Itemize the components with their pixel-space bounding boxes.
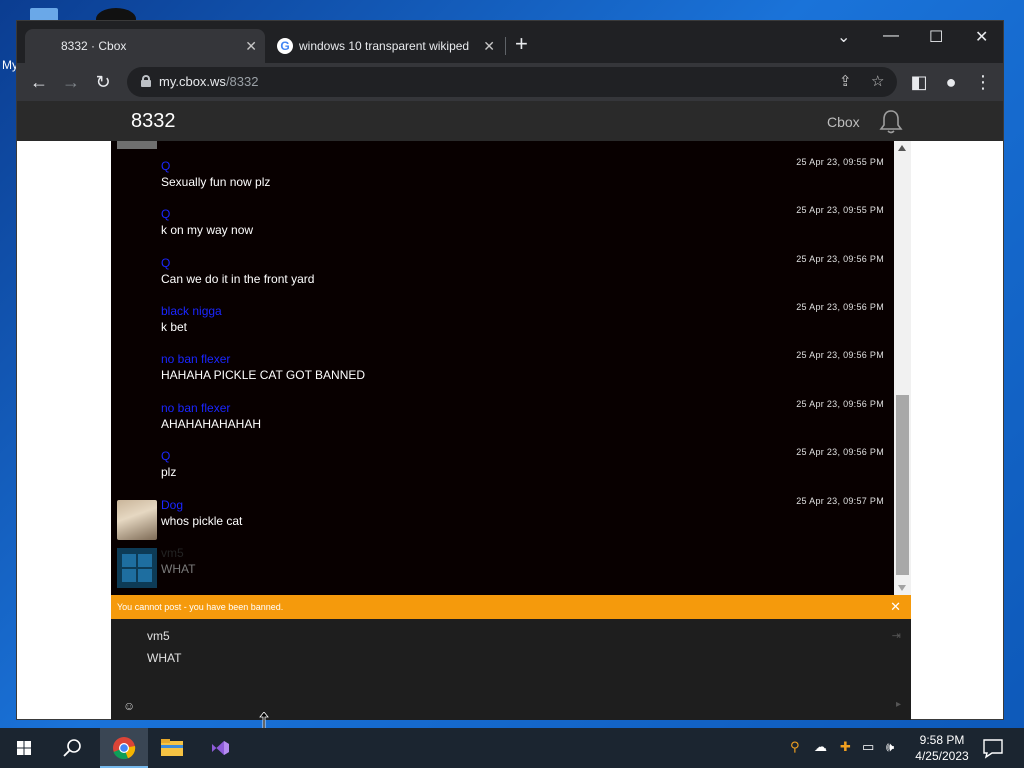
emoji-icon[interactable]: ☺ bbox=[123, 699, 135, 713]
file-explorer-icon[interactable] bbox=[148, 728, 196, 768]
login-icon[interactable]: ⇥ bbox=[892, 629, 901, 642]
search-icon[interactable] bbox=[48, 728, 96, 768]
list-item: Q plz 25 Apr 23, 09:56 PM bbox=[111, 447, 894, 495]
message-timestamp: 25 Apr 23, 09:55 PM bbox=[796, 157, 884, 167]
message-text: whos pickle cat bbox=[161, 514, 243, 528]
list-item: vm5 WHAT bbox=[111, 544, 894, 592]
browser-toolbar: ← → ↻ my.cbox.ws/8332 ⇪ ☆ ◧ ● ⋮ bbox=[17, 63, 1003, 101]
message-timestamp: 25 Apr 23, 09:56 PM bbox=[796, 399, 884, 409]
tab-cbox[interactable]: 8332 · Cbox ✕ bbox=[25, 29, 265, 63]
profile-icon[interactable]: ● bbox=[939, 71, 963, 93]
menu-icon[interactable]: ⋮ bbox=[971, 71, 995, 93]
message-timestamp: 25 Apr 23, 09:56 PM bbox=[796, 302, 884, 312]
message-list[interactable]: Q Sexually fun now plz 25 Apr 23, 09:55 … bbox=[111, 141, 894, 595]
bell-icon[interactable] bbox=[879, 109, 903, 135]
message-author[interactable]: Q bbox=[161, 159, 170, 173]
scroll-down-icon[interactable] bbox=[898, 585, 906, 591]
message-text: k on my way now bbox=[161, 223, 254, 237]
tab-title: 8332 · Cbox bbox=[61, 39, 127, 53]
list-item: no ban flexer AHAHAHAHAHAH 25 Apr 23, 09… bbox=[111, 399, 894, 447]
windows-start-icon[interactable] bbox=[0, 728, 48, 768]
name-field[interactable]: vm5 bbox=[147, 629, 170, 643]
avatar[interactable] bbox=[117, 548, 157, 588]
message-timestamp: 25 Apr 23, 09:56 PM bbox=[796, 447, 884, 457]
list-item: Q Sexually fun now plz 25 Apr 23, 09:55 … bbox=[111, 157, 894, 205]
taskbar: ⚲ ☁ ✚ ▭ 🕪 9:58 PM 4/25/2023 bbox=[0, 728, 1024, 768]
message-text: HAHAHA PICKLE CAT GOT BANNED bbox=[161, 368, 366, 382]
message-text: WHAT bbox=[161, 562, 196, 576]
visual-studio-icon[interactable] bbox=[196, 728, 244, 768]
chrome-taskbar-icon[interactable] bbox=[100, 728, 148, 768]
minimize-button[interactable]: — bbox=[883, 27, 899, 45]
close-tab-icon[interactable]: ✕ bbox=[245, 38, 257, 55]
share-icon[interactable]: ⇪ bbox=[839, 72, 852, 90]
scrollbar-thumb[interactable] bbox=[896, 395, 909, 575]
message-text: AHAHAHAHAHAH bbox=[161, 417, 262, 431]
message-author[interactable]: vm5 bbox=[161, 546, 184, 560]
message-scrollbar[interactable] bbox=[894, 141, 911, 595]
message-text: Can we do it in the front yard bbox=[161, 272, 315, 286]
message-author[interactable]: Dog bbox=[161, 498, 183, 512]
message-text: Sexually fun now plz bbox=[161, 175, 271, 189]
chat-box: Q Sexually fun now plz 25 Apr 23, 09:55 … bbox=[111, 141, 911, 720]
new-tab-button[interactable]: + bbox=[515, 31, 528, 57]
page-title: 8332 bbox=[131, 110, 176, 132]
tab-separator bbox=[505, 37, 506, 55]
forward-button[interactable]: → bbox=[59, 71, 83, 93]
message-author[interactable]: no ban flexer bbox=[161, 401, 230, 415]
message-author[interactable]: Q bbox=[161, 207, 170, 221]
banned-notice-text: You cannot post - you have been banned. bbox=[117, 602, 284, 612]
message-timestamp: 25 Apr 23, 09:56 PM bbox=[796, 254, 884, 264]
cloud-icon[interactable]: ☁ bbox=[814, 739, 827, 755]
back-button[interactable]: ← bbox=[27, 71, 51, 93]
volume-icon[interactable]: 🕪 bbox=[886, 739, 894, 755]
send-icon[interactable]: ▸ bbox=[896, 699, 901, 710]
list-item: black nigga k bet 25 Apr 23, 09:56 PM bbox=[111, 302, 894, 350]
avatar bbox=[117, 141, 157, 149]
message-timestamp: 25 Apr 23, 09:57 PM bbox=[796, 496, 884, 506]
avatar[interactable] bbox=[117, 500, 157, 540]
message-author[interactable]: Q bbox=[161, 449, 170, 463]
bookmark-star-icon[interactable]: ☆ bbox=[871, 72, 884, 90]
message-text: plz bbox=[161, 465, 177, 479]
network-icon[interactable]: ▭ bbox=[862, 739, 874, 755]
tab-search-icon[interactable]: ⌄ bbox=[837, 27, 850, 47]
list-item: no ban flexer HAHAHA PICKLE CAT GOT BANN… bbox=[111, 350, 894, 398]
site-header: 8332 Cbox bbox=[17, 101, 1003, 141]
tab-strip: 8332 · Cbox ✕ G windows 10 transparent w… bbox=[17, 21, 1003, 63]
search-tray-icon[interactable]: ⚲ bbox=[790, 739, 800, 755]
tab-google-search[interactable]: G windows 10 transparent wikiped ✕ bbox=[267, 29, 503, 63]
reload-button[interactable]: ↻ bbox=[91, 71, 115, 93]
google-icon: G bbox=[277, 38, 293, 54]
list-item: Q k on my way now 25 Apr 23, 09:55 PM bbox=[111, 205, 894, 253]
close-tab-icon[interactable]: ✕ bbox=[483, 38, 495, 55]
banned-notice-bar: You cannot post - you have been banned. … bbox=[111, 595, 911, 619]
close-window-button[interactable]: ✕ bbox=[975, 27, 988, 47]
security-icon[interactable]: ✚ bbox=[840, 739, 851, 755]
list-item: Q Can we do it in the front yard 25 Apr … bbox=[111, 254, 894, 302]
close-notice-icon[interactable]: ✕ bbox=[890, 599, 901, 615]
side-panel-icon[interactable]: ◧ bbox=[907, 71, 931, 93]
message-field[interactable]: WHAT bbox=[147, 651, 181, 665]
list-item: Dog whos pickle cat 25 Apr 23, 09:57 PM bbox=[111, 496, 894, 544]
lock-icon[interactable] bbox=[141, 75, 151, 87]
clock-time: 9:58 PM bbox=[919, 733, 965, 747]
scroll-up-icon[interactable] bbox=[898, 145, 906, 151]
message-author[interactable]: black nigga bbox=[161, 304, 222, 318]
notification-icon[interactable] bbox=[972, 728, 1020, 768]
message-author[interactable]: no ban flexer bbox=[161, 352, 230, 366]
cbox-brand-link[interactable]: Cbox bbox=[827, 114, 860, 130]
url-text: my.cbox.ws/8332 bbox=[159, 74, 259, 89]
browser-window: 8332 · Cbox ✕ G windows 10 transparent w… bbox=[16, 20, 1004, 720]
clock-date: 4/25/2023 bbox=[915, 749, 969, 763]
tab-title: windows 10 transparent wikiped bbox=[299, 39, 469, 53]
maximize-button[interactable]: ☐ bbox=[929, 27, 943, 47]
address-bar[interactable]: my.cbox.ws/8332 ⇪ ☆ bbox=[127, 67, 897, 97]
message-author[interactable]: Q bbox=[161, 256, 170, 270]
message-timestamp: 25 Apr 23, 09:55 PM bbox=[796, 205, 884, 215]
message-text: k bet bbox=[161, 320, 188, 334]
compose-area: vm5 ⇥ WHAT ☺ ▸ bbox=[111, 619, 911, 720]
message-timestamp: 25 Apr 23, 09:56 PM bbox=[796, 350, 884, 360]
taskbar-clock[interactable]: 9:58 PM 4/25/2023 bbox=[906, 732, 978, 764]
